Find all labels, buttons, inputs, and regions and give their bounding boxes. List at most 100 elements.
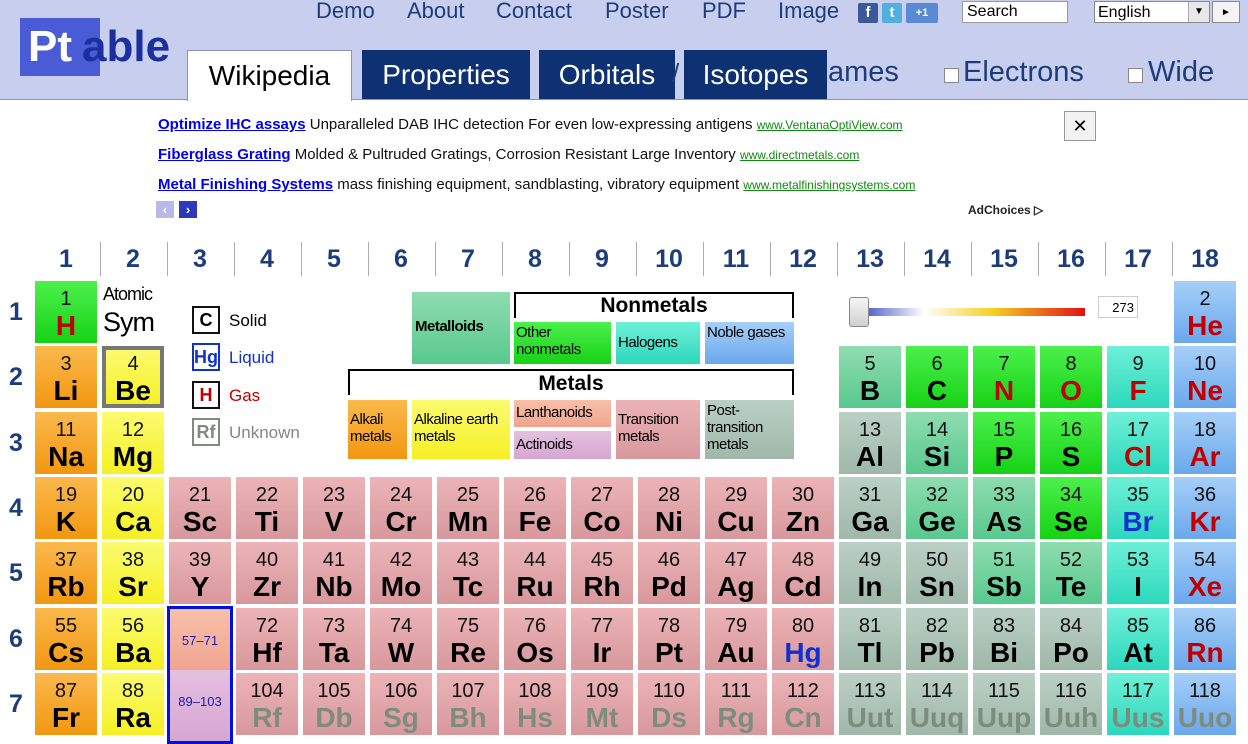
group-label[interactable]: 3 xyxy=(167,242,233,276)
group-label[interactable]: 16 xyxy=(1038,242,1104,276)
element-tile[interactable]: 16 S xyxy=(1040,412,1102,474)
element-tile[interactable]: 54 Xe xyxy=(1174,542,1236,604)
element-tile[interactable]: 76 Os xyxy=(504,608,566,670)
group-label[interactable]: 14 xyxy=(904,242,970,276)
element-tile[interactable]: 112 Cn xyxy=(772,673,834,735)
element-tile[interactable]: 31 Ga xyxy=(839,477,901,539)
element-tile[interactable]: 78 Pt xyxy=(638,608,700,670)
tab-properties[interactable]: Properties xyxy=(362,50,530,99)
facebook-icon[interactable]: f xyxy=(858,3,878,23)
element-tile[interactable]: 4 Be xyxy=(102,346,164,408)
ad-url-1[interactable]: www.VentanaOptiView.com xyxy=(757,118,903,132)
tab-wikipedia[interactable]: Wikipedia xyxy=(187,50,352,101)
element-tile[interactable]: 55 Cs xyxy=(35,608,97,670)
element-tile[interactable]: 48 Cd xyxy=(772,542,834,604)
element-tile[interactable]: 86 Rn xyxy=(1174,608,1236,670)
category-metalloids[interactable]: Metalloids xyxy=(412,292,510,364)
ptable-logo[interactable]: Pt able xyxy=(20,18,170,78)
ad-title-1[interactable]: Optimize IHC assays xyxy=(158,116,306,133)
element-tile[interactable]: 44 Ru xyxy=(504,542,566,604)
period-label[interactable]: 3 xyxy=(0,429,32,458)
element-tile[interactable]: 105 Db xyxy=(303,673,365,735)
element-tile[interactable]: 24 Cr xyxy=(370,477,432,539)
element-tile[interactable]: 51 Sb xyxy=(973,542,1035,604)
temperature-slider-track[interactable] xyxy=(855,308,1085,316)
group-label[interactable]: 8 xyxy=(502,242,568,276)
category-alkali-metals[interactable]: Alkali metals xyxy=(348,400,407,459)
element-tile[interactable]: 7N xyxy=(973,346,1035,408)
group-label[interactable]: 9 xyxy=(569,242,635,276)
go-button[interactable]: ► xyxy=(1212,1,1240,23)
category-noble-gases[interactable]: Noble gases xyxy=(705,322,794,364)
temperature-slider-handle[interactable] xyxy=(849,297,869,327)
temperature-value[interactable]: 273 xyxy=(1098,296,1138,318)
element-tile[interactable]: 117 Uus xyxy=(1107,673,1169,735)
element-tile[interactable]: 75 Re xyxy=(437,608,499,670)
element-tile[interactable]: 38 Sr xyxy=(102,542,164,604)
group-label[interactable]: 5 xyxy=(301,242,367,276)
element-tile[interactable]: 27 Co xyxy=(571,477,633,539)
nav-pdf[interactable]: PDF xyxy=(702,0,746,24)
element-tile[interactable]: 34 Se xyxy=(1040,477,1102,539)
category-other-nonmetals[interactable]: Other nonmetals xyxy=(514,322,611,364)
element-tile[interactable]: 106 Sg xyxy=(370,673,432,735)
period-label[interactable]: 5 xyxy=(0,559,32,588)
element-tile[interactable]: 118 Uuo xyxy=(1174,673,1236,735)
element-tile[interactable]: 49 In xyxy=(839,542,901,604)
element-tile[interactable]: 23 V xyxy=(303,477,365,539)
adchoices-link[interactable]: AdChoices ▷ xyxy=(968,203,1043,217)
nav-poster[interactable]: Poster xyxy=(605,0,669,24)
element-tile[interactable]: 43 Tc xyxy=(437,542,499,604)
element-tile[interactable]: 79 Au xyxy=(705,608,767,670)
nav-image[interactable]: Image xyxy=(778,0,839,24)
element-tile[interactable]: 83 Bi xyxy=(973,608,1035,670)
element-tile[interactable]: 10 Ne xyxy=(1174,346,1236,408)
element-tile[interactable]: 14 Si xyxy=(906,412,968,474)
element-tile[interactable]: 110 Ds xyxy=(638,673,700,735)
element-tile[interactable]: 28 Ni xyxy=(638,477,700,539)
element-tile[interactable]: 81 Tl xyxy=(839,608,901,670)
element-tile[interactable]: 40 Zr xyxy=(236,542,298,604)
search-input[interactable] xyxy=(962,1,1068,23)
ad-prev-button[interactable]: ‹ xyxy=(156,201,174,218)
element-tile[interactable]: 2 He xyxy=(1174,281,1236,343)
element-tile[interactable]: 45 Rh xyxy=(571,542,633,604)
element-tile[interactable]: 46 Pd xyxy=(638,542,700,604)
period-label[interactable]: 6 xyxy=(0,625,32,654)
wide-checkbox[interactable] xyxy=(1128,68,1143,83)
category-lanthanoids[interactable]: Lanthanoids xyxy=(514,400,611,427)
ad-url-3[interactable]: www.metalfinishingsystems.com xyxy=(743,178,915,192)
close-icon[interactable]: ✕ xyxy=(1064,111,1096,141)
nav-about[interactable]: About xyxy=(407,0,465,24)
element-tile[interactable]: 25 Mn xyxy=(437,477,499,539)
element-tile[interactable]: 20 Ca xyxy=(102,477,164,539)
group-label[interactable]: 7 xyxy=(435,242,501,276)
electrons-checkbox[interactable] xyxy=(944,68,959,83)
element-tile[interactable]: 72 Hf xyxy=(236,608,298,670)
element-tile[interactable]: 26 Fe xyxy=(504,477,566,539)
element-tile[interactable]: 85 At xyxy=(1107,608,1169,670)
element-tile[interactable]: 41 Nb xyxy=(303,542,365,604)
element-tile[interactable]: 36 Kr xyxy=(1174,477,1236,539)
element-tile[interactable]: 6C xyxy=(906,346,968,408)
element-tile[interactable]: 114 Uuq xyxy=(906,673,968,735)
element-tile[interactable]: 37 Rb xyxy=(35,542,97,604)
element-tile[interactable]: 77 Ir xyxy=(571,608,633,670)
element-tile[interactable]: 12 Mg xyxy=(102,412,164,474)
element-tile[interactable]: 74 W xyxy=(370,608,432,670)
element-tile[interactable]: 3 Li xyxy=(35,346,97,408)
twitter-icon[interactable]: t xyxy=(882,3,902,23)
element-tile[interactable]: 88 Ra xyxy=(102,673,164,735)
group-label[interactable]: 11 xyxy=(703,242,769,276)
period-label[interactable]: 2 xyxy=(0,363,32,392)
language-select[interactable]: English ▼ xyxy=(1094,1,1210,23)
element-tile[interactable]: 19 K xyxy=(35,477,97,539)
element-tile[interactable]: 9F xyxy=(1107,346,1169,408)
element-tile[interactable]: 108 Hs xyxy=(504,673,566,735)
element-tile[interactable]: 30 Zn xyxy=(772,477,834,539)
element-tile[interactable]: 33 As xyxy=(973,477,1035,539)
group-label[interactable]: 4 xyxy=(234,242,300,276)
ad-title-3[interactable]: Metal Finishing Systems xyxy=(158,176,333,193)
element-tile[interactable]: 73 Ta xyxy=(303,608,365,670)
element-tile[interactable]: 32 Ge xyxy=(906,477,968,539)
